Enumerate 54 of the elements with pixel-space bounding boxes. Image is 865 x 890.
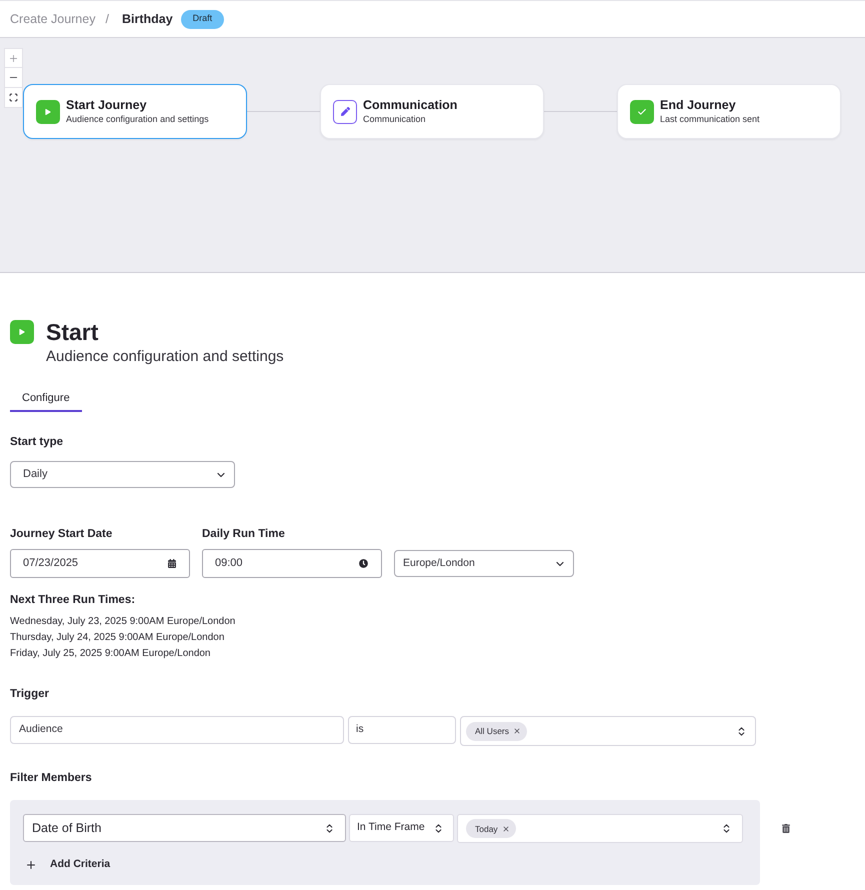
plus-icon: [8, 52, 19, 64]
journey-node[interactable]: Start Journey Audience configuration and settings: [23, 84, 247, 139]
status-badge: Draft: [180, 10, 224, 28]
check-icon: [630, 100, 654, 124]
criteria-operator-select[interactable]: In Time Frame: [349, 814, 454, 842]
chevron-up-down-icon: [721, 823, 732, 834]
node-subtitle: Last communication sent: [660, 113, 760, 126]
trash-icon[interactable]: [782, 824, 790, 832]
criteria-value-select[interactable]: Today: [457, 814, 743, 843]
add-criteria-button[interactable]: Add Criteria: [25, 857, 110, 873]
journey-node[interactable]: Communication Communication: [320, 84, 544, 139]
clock-icon[interactable]: [359, 559, 368, 568]
breadcrumb-separator: /: [105, 10, 109, 28]
tab[interactable]: Configure: [10, 386, 82, 412]
journey-node[interactable]: End Journey Last communication sent: [617, 84, 841, 139]
fit-view-button[interactable]: [4, 88, 23, 108]
time-field[interactable]: 09:00: [202, 549, 382, 578]
date-field[interactable]: 07/23/2025: [10, 549, 190, 578]
section-label: Next Three Run Times:: [10, 593, 136, 608]
calendar-icon[interactable]: [168, 559, 176, 568]
node-subtitle: Audience configuration and settings: [66, 113, 209, 126]
timezone-select[interactable]: Europe/London: [394, 550, 574, 577]
run-time-text: Wednesday, July 23, 2025 9:00AM Europe/London: [10, 615, 236, 629]
play-icon: [10, 320, 34, 344]
operator-field[interactable]: is: [348, 716, 456, 744]
field-label: Start type: [10, 435, 64, 450]
plus-icon: [25, 859, 37, 871]
remove-icon[interactable]: [513, 727, 522, 735]
chevron-up-down-icon: [736, 726, 747, 736]
field-label: Daily Run Time: [202, 527, 285, 542]
breadcrumb-current: Birthday: [122, 10, 173, 28]
play-icon: [36, 100, 60, 124]
run-time-text: Friday, July 25, 2025 9:00AM Europe/London: [10, 647, 210, 661]
criteria-field-select[interactable]: Date of Birth: [23, 814, 346, 842]
section-label: Trigger: [10, 687, 49, 702]
remove-icon[interactable]: [502, 824, 510, 832]
panel-subtitle: Audience configuration and settings: [46, 347, 284, 367]
chevron-up-down-icon: [324, 822, 335, 834]
node-title: End Journey: [660, 97, 737, 113]
node-title: Start Journey: [66, 97, 148, 113]
audience-value-select[interactable]: All Users: [460, 716, 756, 746]
chevron-up-down-icon: [433, 822, 444, 834]
field-label: Journey Start Date: [10, 527, 112, 542]
panel-title: Start: [46, 318, 98, 347]
audience-field[interactable]: Audience: [10, 716, 344, 744]
run-time-text: Thursday, July 24, 2025 9:00AM Europe/London: [10, 631, 224, 645]
value-chip[interactable]: Today: [466, 819, 516, 838]
section-label: Filter Members: [10, 771, 92, 786]
start-type-select[interactable]: Daily: [10, 461, 235, 488]
fit-view-icon: [9, 93, 18, 102]
node-subtitle: Communication: [363, 113, 427, 126]
pencil-icon: [333, 100, 357, 124]
node-title: Communication: [363, 97, 458, 113]
value-chip[interactable]: All Users: [466, 722, 528, 740]
